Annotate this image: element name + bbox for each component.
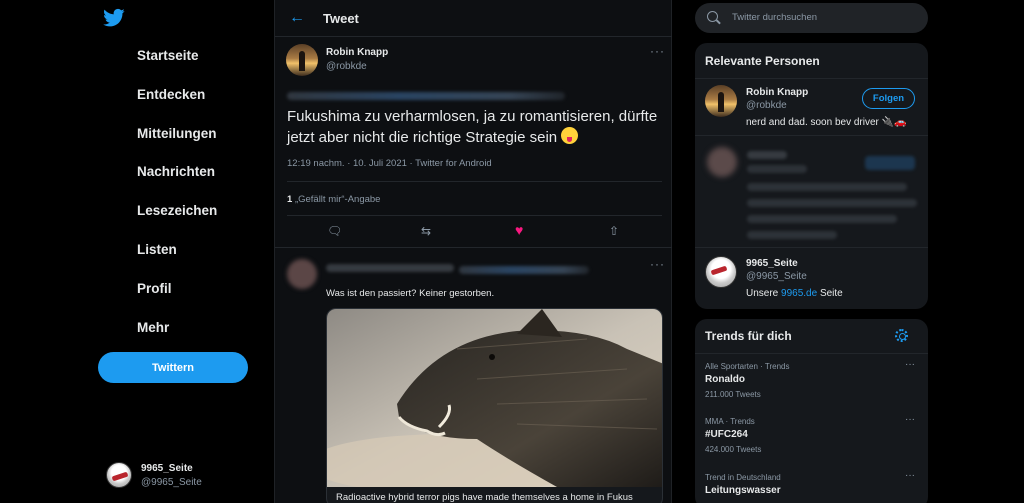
likes-count: 1 <box>287 194 293 205</box>
divider <box>287 215 662 216</box>
divider <box>695 247 928 248</box>
relevant-people-panel: Relevante Personen Robin Knapp @robkde F… <box>695 43 928 309</box>
author-avatar[interactable] <box>286 44 318 76</box>
settings-gear-icon[interactable] <box>895 329 908 342</box>
trend-name[interactable]: Ronaldo <box>705 374 745 385</box>
link-preview-card[interactable]: Radioactive hybrid terror pigs have made… <box>326 308 663 503</box>
trend-category: Trend in Deutschland <box>705 473 781 482</box>
person-bio: Unsere 9965.de Seite <box>746 288 843 299</box>
reply-text: Was ist den passiert? Keiner gestorben. <box>326 288 495 299</box>
nav-item-listen[interactable]: Listen <box>137 242 177 268</box>
back-arrow-icon[interactable]: ← <box>289 9 305 27</box>
trend-count: 211.000 Tweets <box>705 390 761 399</box>
trend-category: Alle Sportarten · Trends <box>705 362 790 371</box>
tweet-button[interactable]: Twittern <box>98 352 248 383</box>
trend-name[interactable]: #UFC264 <box>705 429 748 440</box>
left-navigation: Startseite Entdecken Mitteilungen Nachri… <box>0 0 274 503</box>
like-heart-icon[interactable]: ♥ <box>515 222 523 238</box>
person-bio: nerd and dad. soon bev driver 🔌🚗 <box>746 117 907 128</box>
bio-text: Seite <box>817 288 843 299</box>
divider <box>695 78 928 79</box>
blurred-bio-line <box>747 183 907 191</box>
blurred-reply-author <box>326 264 454 272</box>
blurred-reply-context <box>287 92 565 100</box>
person-name[interactable]: 9965_Seite <box>746 258 798 269</box>
divider <box>287 181 662 182</box>
share-icon[interactable]: ⇧ <box>609 224 619 238</box>
person-name[interactable]: Robin Knapp <box>746 87 808 98</box>
trend-more-icon[interactable]: ··· <box>905 414 915 425</box>
search-placeholder: Twitter durchsuchen <box>732 12 818 23</box>
search-input[interactable]: Twitter durchsuchen <box>695 3 928 33</box>
blurred-person-avatar <box>707 147 737 177</box>
blurred-bio-line <box>747 199 917 207</box>
account-handle: @9965_Seite <box>141 477 202 488</box>
blurred-person-name <box>747 151 787 159</box>
trend-more-icon[interactable]: ··· <box>905 470 915 481</box>
reply-author-avatar[interactable] <box>287 259 317 289</box>
blurred-bio-line <box>747 231 837 239</box>
divider <box>695 353 928 354</box>
nav-item-mitteilungen[interactable]: Mitteilungen <box>137 126 217 152</box>
person-avatar[interactable] <box>705 85 737 117</box>
card-caption: Radioactive hybrid terror pigs have made… <box>336 492 633 503</box>
tweet-meta[interactable]: 12:19 nachm. · 10. Juli 2021 · Twitter f… <box>287 158 492 169</box>
person-handle[interactable]: @robkde <box>746 100 787 111</box>
follow-button[interactable]: Folgen <box>862 88 915 109</box>
trend-category: MMA · Trends <box>705 417 755 426</box>
wild-boar-photo <box>327 309 662 487</box>
person-avatar[interactable] <box>705 256 737 288</box>
person-handle[interactable]: @9965_Seite <box>746 271 807 282</box>
author-name[interactable]: Robin Knapp <box>326 47 388 58</box>
tongue-emoji-icon <box>561 127 579 144</box>
more-options-icon[interactable]: ··· <box>650 44 665 58</box>
blurred-reply-mention <box>459 266 589 274</box>
bio-link[interactable]: 9965.de <box>781 288 817 299</box>
likes-label: „Gefällt mir“-Angabe <box>294 194 381 205</box>
account-switcher[interactable]: 9965_Seite @9965_Seite <box>106 460 256 492</box>
trend-more-icon[interactable]: ··· <box>905 359 915 370</box>
nav-item-profil[interactable]: Profil <box>137 281 172 307</box>
page-title: Tweet <box>323 11 359 26</box>
panel-title: Relevante Personen <box>705 54 820 68</box>
search-icon <box>707 11 718 22</box>
divider <box>275 36 672 37</box>
divider <box>695 135 928 136</box>
avatar <box>106 462 132 488</box>
nav-item-entdecken[interactable]: Entdecken <box>137 87 205 113</box>
blurred-person-handle <box>747 165 807 173</box>
nav-item-nachrichten[interactable]: Nachrichten <box>137 164 215 190</box>
reply-more-options-icon[interactable]: ··· <box>650 257 665 271</box>
nav-item-mehr[interactable]: Mehr <box>137 320 169 346</box>
nav-item-lesezeichen[interactable]: Lesezeichen <box>137 203 217 229</box>
blurred-follow-button <box>865 156 915 170</box>
trend-count: 424.000 Tweets <box>705 445 762 454</box>
divider <box>275 247 672 248</box>
account-name: 9965_Seite <box>141 463 193 474</box>
retweet-icon[interactable]: ⇆ <box>421 224 431 238</box>
twitter-logo-icon[interactable] <box>103 8 125 28</box>
trend-name[interactable]: Leitungswasser <box>705 485 781 496</box>
reply-icon[interactable]: 🗨︎ <box>327 224 342 238</box>
author-handle[interactable]: @robkde <box>326 61 367 72</box>
blurred-bio-line <box>747 215 897 223</box>
panel-title: Trends für dich <box>705 329 792 343</box>
trends-panel: Trends für dich Alle Sportarten · Trends… <box>695 319 928 503</box>
tweet-text: Fukushima zu verharmlosen, ja zu romanti… <box>287 107 667 148</box>
right-sidebar: Twitter durchsuchen Relevante Personen R… <box>672 0 1024 503</box>
bio-text: Unsere <box>746 288 782 299</box>
tweet-detail-column: ← Tweet Robin Knapp @robkde ··· Fukushim… <box>274 0 672 503</box>
nav-item-startseite[interactable]: Startseite <box>137 48 199 74</box>
tweet-text-body: Fukushima zu verharmlosen, ja zu romanti… <box>287 108 658 146</box>
likes-summary[interactable]: 1 „Gefällt mir“-Angabe <box>287 194 380 205</box>
